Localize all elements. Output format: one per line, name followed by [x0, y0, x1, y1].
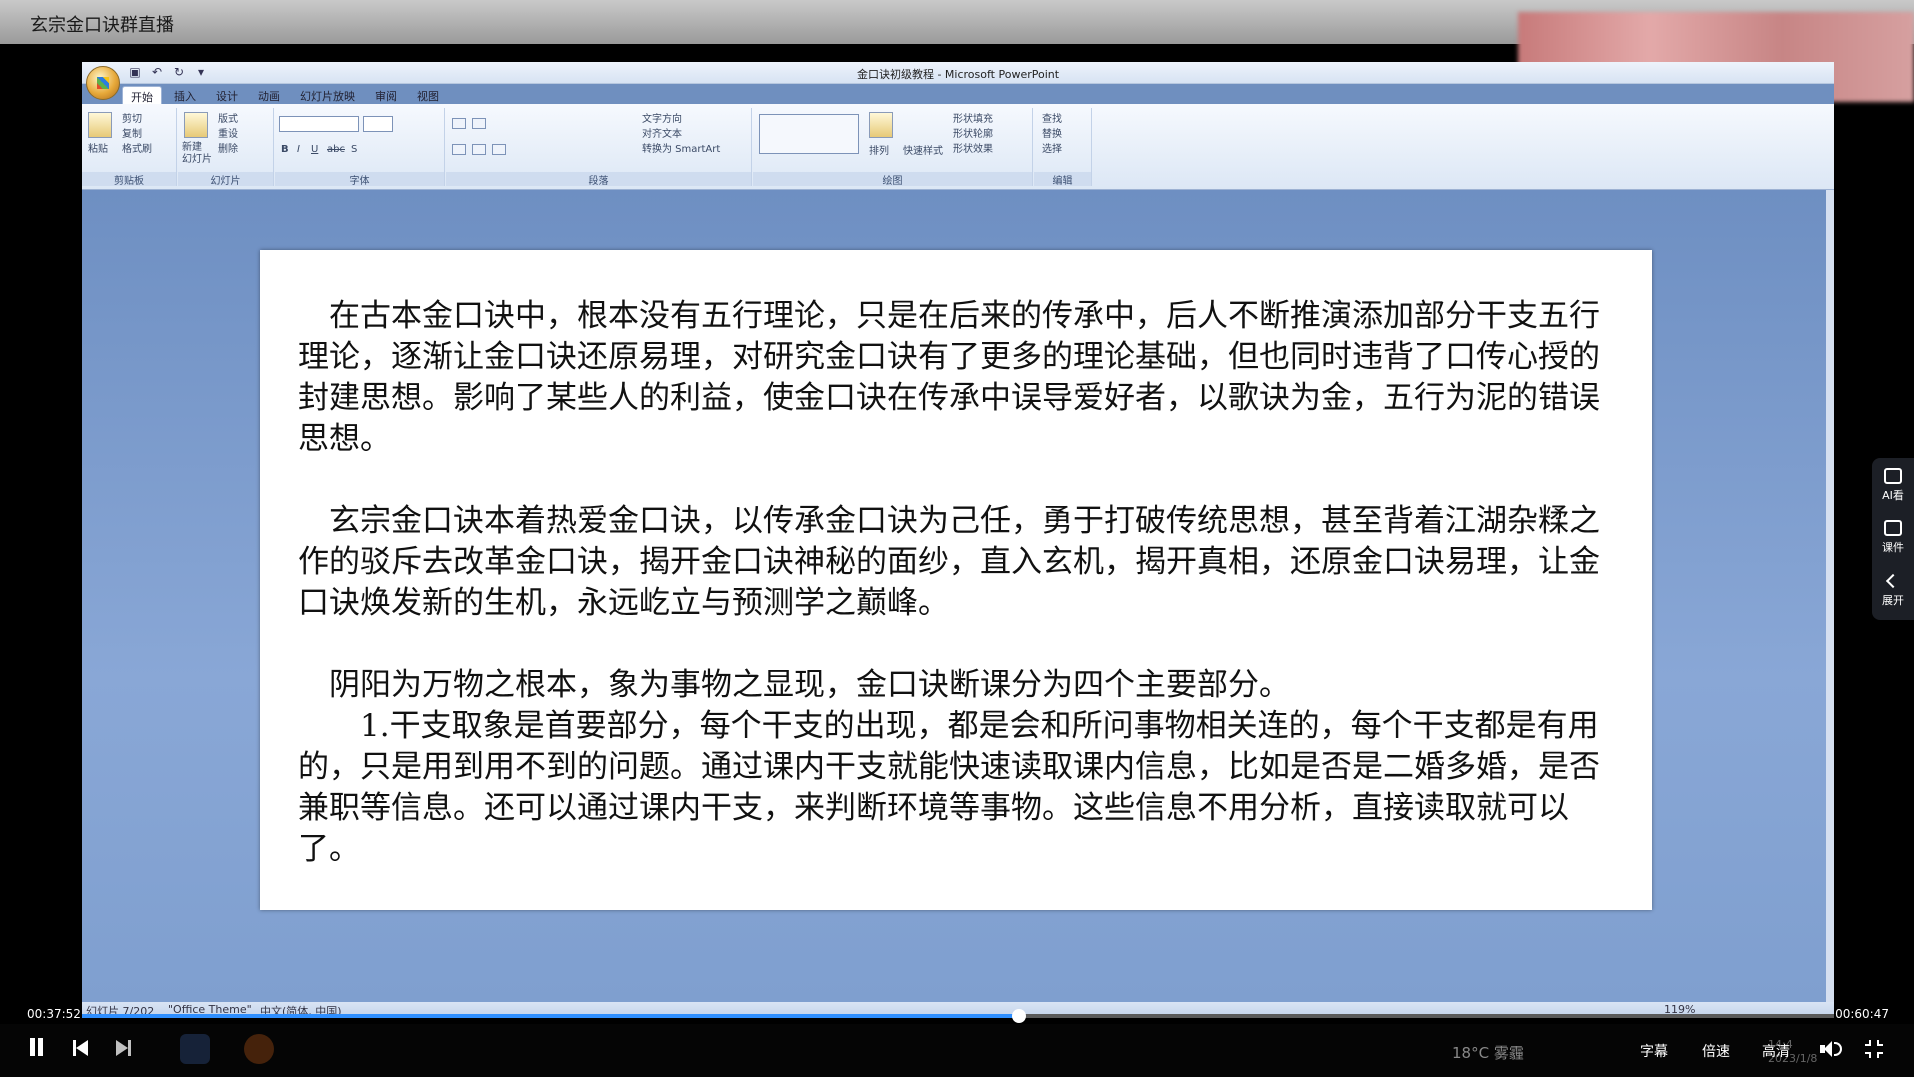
align-text-button[interactable]: 对齐文本 — [642, 125, 682, 140]
slide-editing-area: 在古本金口诀中，根本没有五行理论，只是在后来的传承中，后人不断推演添加部分干支五… — [82, 190, 1834, 1002]
powerpoint-window: ▣ ↶ ↻ ▾ 金口诀初级教程 - Microsoft PowerPoint 开… — [82, 62, 1834, 1018]
shape-effects-button[interactable]: 形状效果 — [953, 140, 993, 155]
slide-paragraph-2: 玄宗金口诀本着热爱金口诀，以传承金口诀为己任，勇于打破传统思想，甚至背着江湖杂糅… — [298, 503, 1600, 621]
clipboard-group-label: 剪贴板 — [82, 172, 176, 187]
bold-icon[interactable]: B — [281, 144, 289, 155]
underline-icon[interactable]: U — [311, 144, 318, 155]
progress-thumb[interactable] — [1012, 1009, 1027, 1023]
delete-button[interactable]: 删除 — [218, 140, 238, 155]
select-button[interactable]: 选择 — [1042, 140, 1062, 155]
document-title: 金口诀初级教程 - Microsoft PowerPoint — [856, 68, 1060, 81]
stream-title: 玄宗金口诀群直播 — [30, 15, 174, 36]
shapes-gallery[interactable] — [759, 114, 859, 154]
quality-button[interactable]: 高清 — [1762, 1041, 1790, 1061]
slide-paragraph-3: 阴阳为万物之根本，象为事物之显现，金口诀断课分为四个主要部分。 — [298, 667, 1290, 703]
exit-fullscreen-icon[interactable] — [1865, 1040, 1883, 1058]
total-time: 00:60:47 — [1835, 1007, 1889, 1021]
slide-text-box[interactable]: 在古本金口诀中，根本没有五行理论，只是在后来的传承中，后人不断推演添加部分干支五… — [298, 296, 1618, 870]
font-group: B I U abc S 字体 — [275, 108, 445, 187]
slides-group: 新建 幻灯片 版式 重设 删除 幻灯片 — [178, 108, 274, 187]
paste-label[interactable]: 粘贴 — [88, 140, 108, 155]
quick-styles-label[interactable]: 快速样式 — [903, 142, 943, 157]
progress-bar[interactable] — [82, 1009, 1834, 1023]
new-slide-icon[interactable] — [184, 112, 208, 138]
ai-label: AI看 — [1882, 489, 1904, 502]
align-right-icon[interactable] — [492, 144, 506, 155]
font-group-label: 字体 — [275, 172, 444, 187]
progress-fill — [82, 1014, 1020, 1018]
previous-icon[interactable] — [73, 1040, 89, 1056]
reset-button[interactable]: 重设 — [218, 125, 238, 140]
clipboard-group: 粘贴 剪切 复制 格式刷 剪贴板 — [82, 108, 177, 187]
pause-icon[interactable] — [28, 1038, 44, 1058]
ribbon-body: 粘贴 剪切 复制 格式刷 剪贴板 新建 幻灯片 版式 重设 删除 幻灯片 B I… — [82, 104, 1834, 190]
drawing-group: 排列 快速样式 形状填充 形状轮廓 形状效果 绘图 — [753, 108, 1033, 187]
expand-button[interactable]: 展开 — [1872, 573, 1914, 608]
align-left-icon[interactable] — [452, 144, 466, 155]
next-icon[interactable] — [116, 1040, 132, 1056]
paste-icon[interactable] — [88, 112, 112, 138]
courseware-label: 课件 — [1882, 541, 1904, 554]
font-size-box[interactable] — [363, 116, 393, 132]
arrange-label[interactable]: 排列 — [869, 142, 889, 157]
align-center-icon[interactable] — [472, 144, 486, 155]
editing-group-label: 编辑 — [1034, 172, 1091, 187]
office-button[interactable] — [86, 66, 120, 100]
subtitle-button[interactable]: 字幕 — [1640, 1041, 1668, 1061]
player-controls: 18°C 雾霾 字幕 倍速 14:4 2023/1/8 高清 — [0, 1024, 1914, 1077]
ai-watch-button[interactable]: AI看 — [1872, 468, 1914, 503]
taskbar-ghost-icon — [180, 1034, 210, 1064]
drawing-group-label: 绘图 — [753, 172, 1032, 187]
font-name-box[interactable] — [279, 116, 359, 132]
courseware-button[interactable]: 课件 — [1872, 520, 1914, 555]
numbering-icon[interactable] — [472, 118, 486, 129]
shape-fill-button[interactable]: 形状填充 — [953, 110, 993, 125]
layout-button[interactable]: 版式 — [218, 110, 238, 125]
taskbar-ghost-icon — [244, 1034, 274, 1064]
slide-paragraph-4: 1.干支取象是首要部分，每个干支的出现，都是会和所问事物相关连的，每个干支都是有… — [298, 708, 1600, 867]
speed-button[interactable]: 倍速 — [1702, 1041, 1730, 1061]
shadow-icon[interactable]: S — [351, 144, 357, 155]
replace-button[interactable]: 替换 — [1042, 125, 1062, 140]
editing-group: 查找 替换 选择 编辑 — [1034, 108, 1092, 187]
current-time: 00:37:52 — [27, 1007, 81, 1021]
side-panel: AI看 课件 展开 — [1872, 458, 1914, 620]
format-painter-button[interactable]: 格式刷 — [122, 140, 152, 155]
bullets-icon[interactable] — [452, 118, 466, 129]
current-slide[interactable]: 在古本金口诀中，根本没有五行理论，只是在后来的传承中，后人不断推演添加部分干支五… — [260, 250, 1652, 910]
shape-outline-button[interactable]: 形状轮廓 — [953, 125, 993, 140]
cut-button[interactable]: 剪切 — [122, 110, 142, 125]
slide-paragraph-1: 在古本金口诀中，根本没有五行理论，只是在后来的传承中，后人不断推演添加部分干支五… — [298, 298, 1600, 457]
chevron-left-icon — [1885, 573, 1901, 589]
paragraph-group: 文字方向 对齐文本 转换为 SmartArt 段落 — [446, 108, 752, 187]
strikethrough-icon[interactable]: abc — [327, 144, 345, 155]
weather-text: 18°C 雾霾 — [1452, 1044, 1524, 1062]
italic-icon[interactable]: I — [297, 144, 300, 155]
vertical-scrollbar[interactable] — [1826, 190, 1834, 1002]
slides-group-label: 幻灯片 — [178, 172, 273, 187]
volume-wave-icon — [1834, 1042, 1842, 1056]
arrange-icon[interactable] — [869, 112, 893, 138]
smartart-button[interactable]: 转换为 SmartArt — [642, 140, 720, 155]
courseware-icon — [1884, 520, 1902, 536]
text-direction-button[interactable]: 文字方向 — [642, 110, 682, 125]
paragraph-group-label: 段落 — [446, 172, 751, 187]
new-slide-label[interactable]: 新建 幻灯片 — [182, 142, 212, 166]
ppt-titlebar: ▣ ↶ ↻ ▾ 金口诀初级教程 - Microsoft PowerPoint — [82, 62, 1834, 84]
ai-icon — [1884, 468, 1902, 484]
find-button[interactable]: 查找 — [1042, 110, 1062, 125]
expand-label: 展开 — [1882, 594, 1904, 607]
copy-button[interactable]: 复制 — [122, 125, 142, 140]
